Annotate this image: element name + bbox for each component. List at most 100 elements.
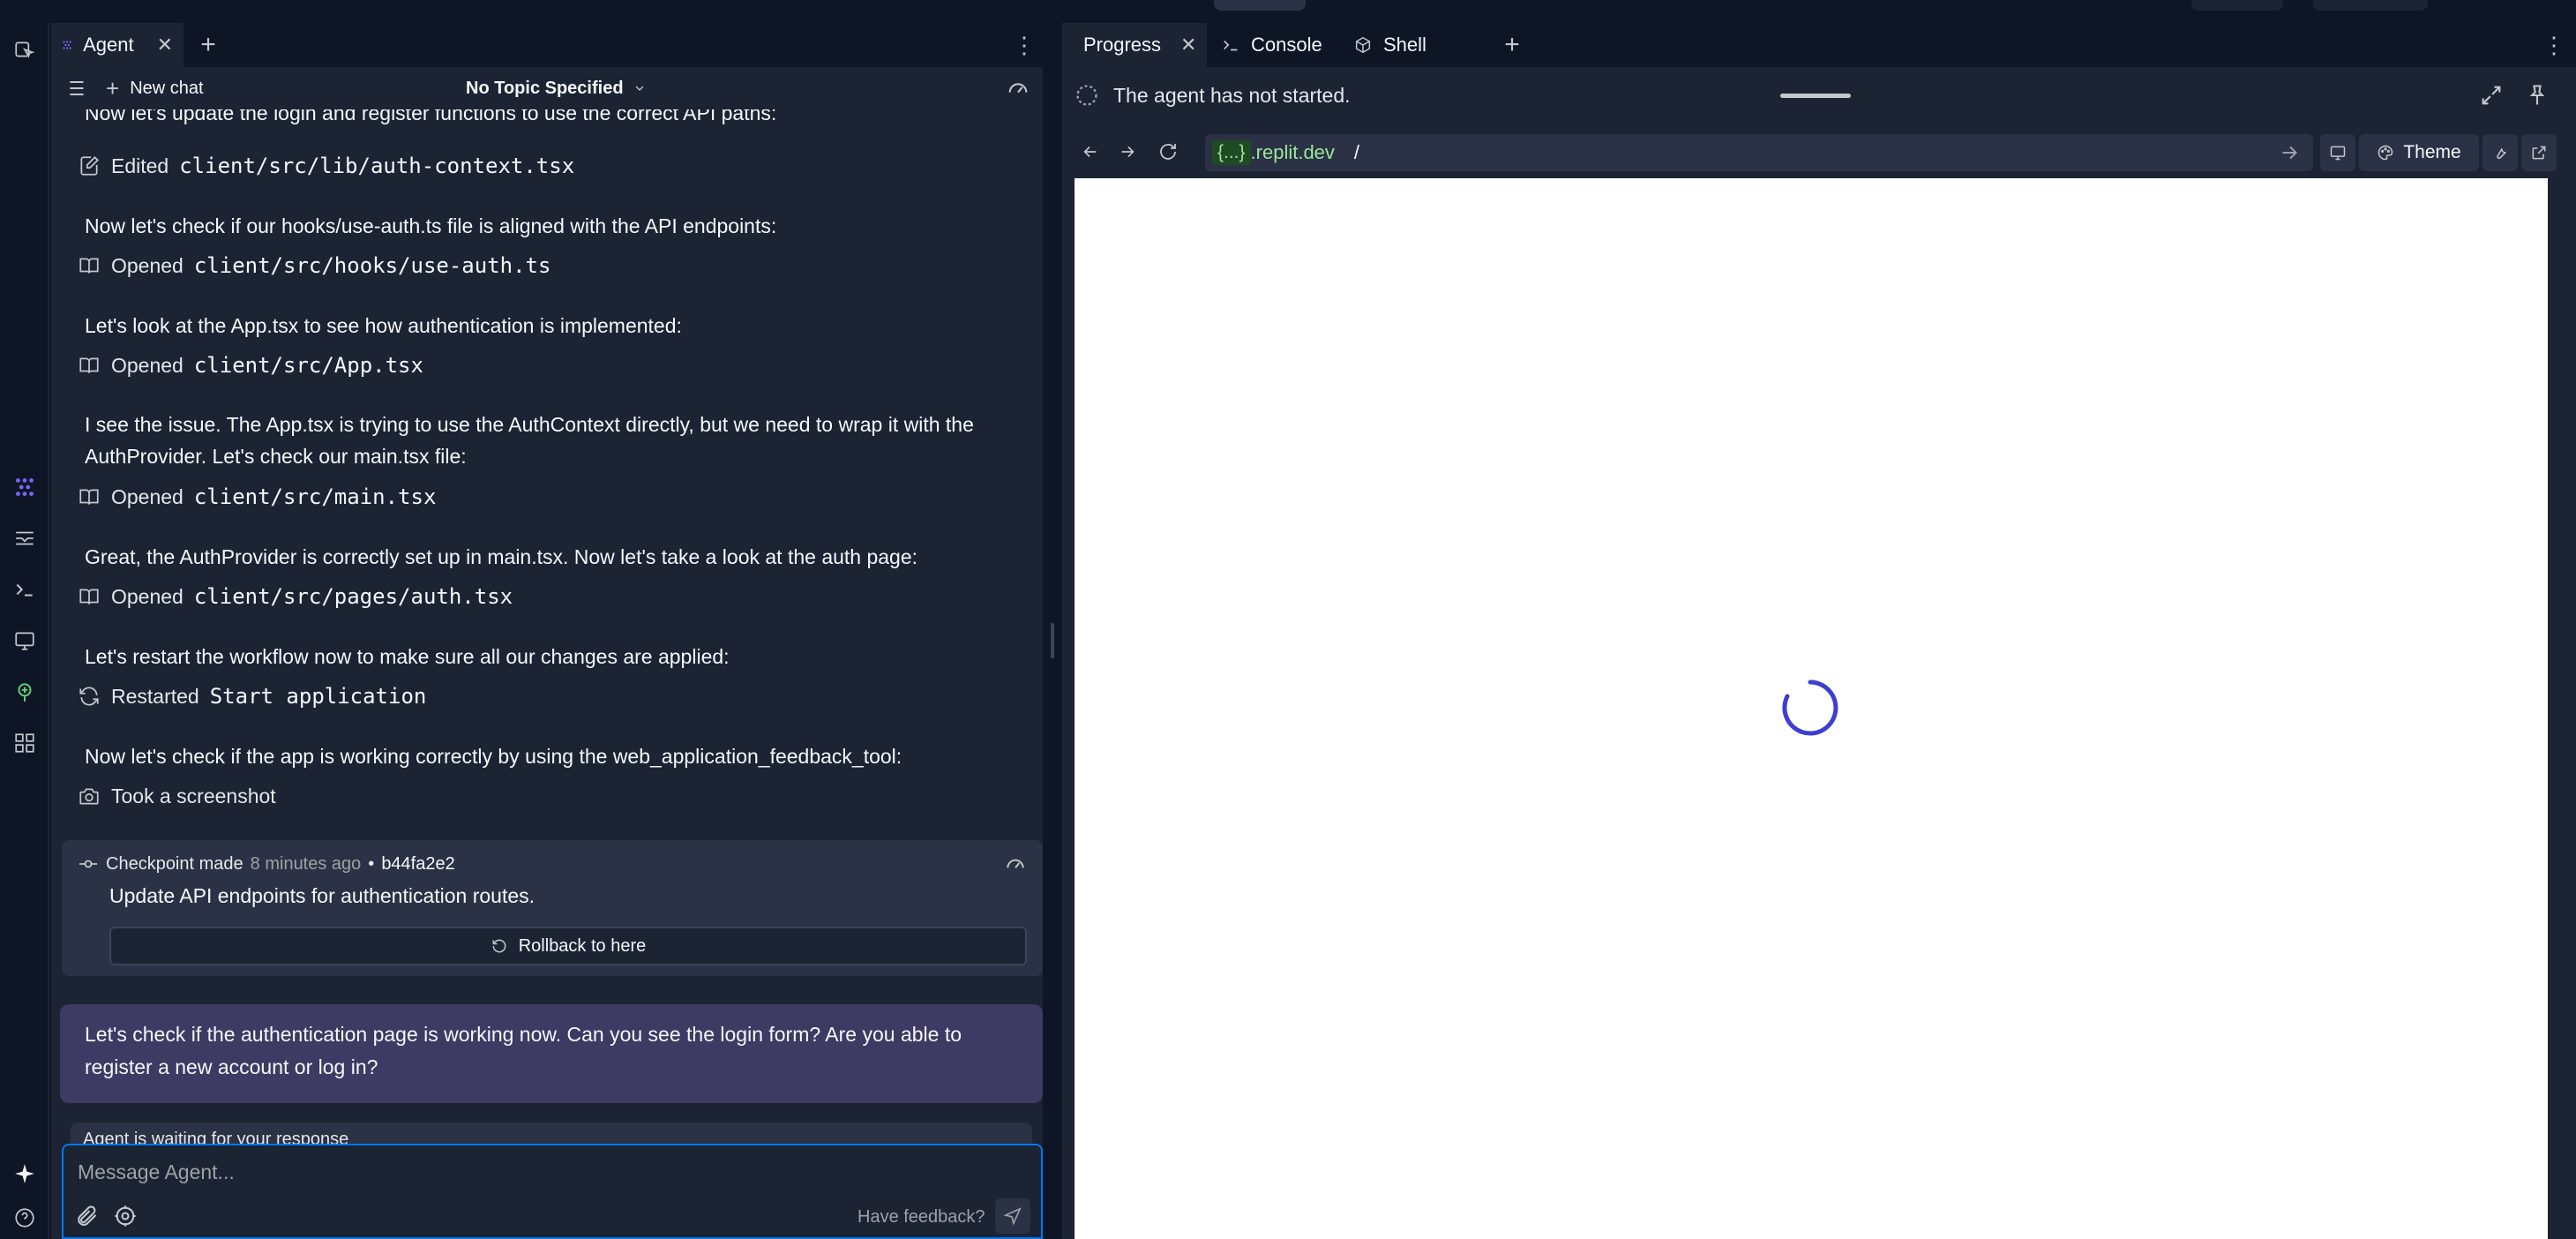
more-options-icon[interactable]: ⋮ — [1011, 23, 1037, 67]
book-icon — [79, 489, 99, 505]
url-host: .replit.dev — [1250, 141, 1335, 163]
agent-message: Let's restart the workflow now to make s… — [85, 645, 730, 668]
feedback-link[interactable]: Have feedback? — [857, 1204, 985, 1230]
restart-icon — [79, 687, 99, 706]
usage-gauge-icon[interactable] — [1004, 852, 1027, 875]
action-path: client/src/App.tsx — [193, 353, 423, 378]
message-input[interactable] — [76, 1154, 1011, 1190]
files-icon[interactable] — [7, 32, 42, 67]
checkpoint-header: Checkpoint made 8 minutes ago • b44fa2e2 — [78, 849, 455, 879]
usage-gauge-icon[interactable] — [1006, 76, 1030, 101]
tab-console[interactable]: Console — [1210, 23, 1334, 67]
webview-icon[interactable] — [7, 623, 42, 658]
new-chat-button[interactable]: + New chat — [106, 67, 204, 109]
top-bar — [0, 0, 2576, 23]
devtools-button[interactable] — [2482, 134, 2518, 171]
action-path: client/src/hooks/use-auth.ts — [193, 253, 551, 278]
agent-question-bubble: Let's check if the authentication page i… — [60, 1004, 1043, 1103]
tab-shell[interactable]: Shell — [1343, 23, 1466, 67]
agent-message: Let's look at the App.tsx to see how aut… — [85, 314, 682, 337]
tab-label: Progress — [1083, 34, 1162, 56]
topic-dropdown[interactable]: No Topic Specified — [466, 67, 647, 109]
apps-grid-icon[interactable] — [7, 725, 42, 761]
action-item[interactable]: Restarted Start application — [78, 679, 426, 714]
action-item[interactable]: Opened client/src/hooks/use-auth.ts — [78, 248, 550, 283]
action-item[interactable]: Opened client/src/main.tsx — [78, 479, 436, 514]
attach-icon[interactable] — [74, 1204, 99, 1228]
book-icon — [79, 589, 99, 604]
tab-agent[interactable]: Agent ✕ — [51, 23, 183, 67]
book-icon — [79, 258, 99, 274]
progress-icon[interactable] — [7, 521, 42, 556]
action-verb: Opened — [111, 353, 183, 377]
collapse-icon[interactable] — [2479, 83, 2504, 108]
terminal-icon[interactable] — [7, 572, 42, 607]
theme-button[interactable]: Theme — [2359, 134, 2479, 171]
agent-logo-icon[interactable] — [7, 469, 42, 505]
help-icon[interactable] — [7, 1200, 42, 1235]
theme-label: Theme — [2403, 142, 2461, 162]
action-verb: Opened — [111, 484, 183, 508]
url-bar[interactable]: {...} .replit.dev / — [1205, 134, 2313, 171]
rollback-button[interactable]: Rollback to here — [109, 927, 1027, 965]
action-item[interactable]: Opened client/src/App.tsx — [78, 348, 423, 383]
chat-feed: Now let's update the login and register … — [51, 109, 1043, 1151]
shell-icon — [1355, 36, 1371, 54]
open-new-tab-button[interactable] — [2521, 134, 2557, 171]
close-tab-icon[interactable]: ✕ — [157, 34, 173, 56]
forward-button[interactable] — [1112, 136, 1143, 168]
back-button[interactable] — [1075, 136, 1106, 168]
arrow-left-icon — [1083, 146, 1097, 158]
action-item[interactable]: Took a screenshot — [78, 778, 276, 814]
monitor-icon — [2330, 146, 2346, 161]
left-rail — [0, 23, 49, 1239]
panel-divider[interactable] — [1043, 23, 1062, 1239]
agent-status-row: The agent has not started. — [1075, 76, 2557, 115]
reload-icon — [1160, 144, 1176, 160]
preview-panel: Progress ✕ Console Shell + ⋮ The agent h… — [1062, 23, 2576, 1239]
reload-button[interactable] — [1152, 136, 1184, 168]
go-icon[interactable] — [2278, 141, 2301, 164]
action-verb: Took a screenshot — [111, 784, 276, 807]
action-verb: Opened — [111, 253, 183, 277]
device-toggle-button[interactable] — [2320, 134, 2355, 171]
external-link-icon — [2532, 146, 2546, 160]
checkpoint-hash[interactable]: b44fa2e2 — [381, 854, 454, 875]
tab-label: Agent — [83, 34, 134, 56]
deployments-icon[interactable] — [7, 674, 42, 710]
action-item[interactable]: Opened client/src/pages/auth.tsx — [78, 579, 513, 614]
top-bar-segment — [1214, 0, 1306, 11]
chat-history-icon[interactable] — [62, 76, 86, 101]
send-button[interactable] — [995, 1198, 1030, 1234]
agent-tab-bar: Agent ✕ + ⋮ — [51, 23, 1043, 67]
chevron-down-icon — [635, 86, 644, 91]
sparkle-icon[interactable] — [7, 1156, 42, 1191]
add-tab-icon[interactable]: + — [1493, 23, 1531, 67]
palette-icon — [2378, 145, 2393, 161]
terminal-icon — [1224, 40, 1238, 51]
top-bar-segment — [2191, 0, 2283, 11]
action-path: client/src/main.tsx — [193, 484, 437, 509]
settings-icon[interactable] — [113, 1204, 138, 1228]
action-path: Start application — [209, 684, 427, 709]
close-tab-icon[interactable]: ✕ — [1180, 34, 1196, 56]
rollback-label: Rollback to here — [518, 935, 647, 956]
checkpoint-label: Checkpoint made — [106, 853, 243, 874]
tab-progress[interactable]: Progress ✕ — [1062, 23, 1207, 67]
webview-viewport[interactable] — [1075, 178, 2548, 1239]
new-chat-label: New chat — [130, 78, 204, 98]
agent-message: Now let's check if our hooks/use-auth.ts… — [85, 214, 777, 237]
edit-icon — [80, 156, 99, 176]
more-options-icon[interactable]: ⋮ — [2541, 23, 2567, 67]
resize-handle[interactable] — [1051, 623, 1054, 658]
plus-icon: + — [106, 74, 120, 101]
tab-label: Console — [1251, 34, 1322, 56]
agent-message: Now let's update the login and register … — [85, 109, 777, 124]
add-tab-icon[interactable]: + — [189, 23, 228, 67]
action-verb: Opened — [111, 584, 183, 608]
pin-icon[interactable] — [2525, 83, 2550, 108]
commit-icon — [79, 860, 97, 868]
agent-message: Great, the AuthProvider is correctly set… — [85, 545, 918, 568]
action-item[interactable]: Edited client/src/lib/auth-context.tsx — [78, 148, 574, 184]
drag-handle[interactable] — [1780, 94, 1851, 98]
